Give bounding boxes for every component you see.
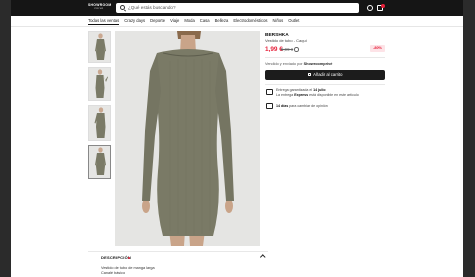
category-sport[interactable]: Deporte [150, 17, 165, 25]
description-dot [128, 256, 130, 259]
description-divider [88, 251, 268, 252]
divider [265, 84, 385, 85]
thumbnail-dress-image [95, 147, 106, 175]
description-title[interactable]: DESCRIPCIÓN [101, 255, 131, 260]
showroomprive-logo[interactable]: SHOWROOM PRIVÉ [88, 3, 111, 11]
info-icon[interactable] [294, 47, 299, 52]
delivery-express-note: La entrega Express está disponible en es… [276, 93, 359, 97]
user-icon[interactable] [367, 5, 373, 11]
seller-prefix: Vendido y enviado por [265, 62, 304, 66]
description-line: Canalé básico [101, 271, 126, 275]
bag-icon [307, 72, 312, 77]
page: SHOWROOM PRIVÉ ¿Qué estás buscando? Toda… [11, 0, 463, 277]
return-icon [266, 103, 273, 109]
cart-badge [381, 3, 385, 8]
search-input[interactable]: ¿Qué estás buscando? [116, 3, 359, 13]
category-appliances[interactable]: Electrodomésticos [233, 17, 267, 25]
main-product-image[interactable] [115, 31, 260, 246]
product-thumbnail-selected[interactable] [88, 145, 111, 179]
category-fashion[interactable]: Moda [184, 17, 194, 25]
category-nav: Todas las ventas Crazy days Deporte Viaj… [88, 17, 299, 25]
divider [265, 57, 385, 58]
discount-badge: -80% [370, 45, 385, 52]
search-placeholder: ¿Qué estás buscando? [128, 5, 176, 10]
product-thumbnail[interactable] [88, 67, 111, 101]
returns-days: 14 días [276, 104, 289, 108]
category-kids[interactable]: Niños [273, 17, 284, 25]
product-thumbnail[interactable] [88, 31, 111, 63]
category-travel[interactable]: Viaje [170, 17, 179, 25]
delivery-express: Express [294, 93, 309, 97]
thumbnail-dress-image [94, 107, 106, 138]
seller-name: Showroomprivé [303, 62, 333, 66]
top-bar: SHOWROOM PRIVÉ ¿Qué estás buscando? [11, 0, 463, 16]
dress-model-image [142, 31, 234, 246]
chevron-up-icon[interactable] [260, 254, 266, 260]
product-thumbnail[interactable] [88, 105, 111, 141]
category-all-sales[interactable]: Todas las ventas [88, 17, 120, 25]
category-beauty[interactable]: Belleza [215, 17, 229, 25]
category-crazy-days[interactable]: Crazy days [124, 17, 145, 25]
logo-sub: PRIVÉ [94, 7, 104, 10]
description-text: Vestido de tubo de manga larga Canalé bá… [101, 266, 155, 276]
delivery-date: 14 julio [313, 88, 326, 92]
product-old-price: 9,99 € [281, 47, 294, 52]
search-icon [120, 5, 125, 10]
category-outlet[interactable]: Outlet [288, 17, 299, 25]
product-name: Vestido de tubo - Caqui [265, 38, 307, 43]
add-to-cart-label: Añadir al carrito [313, 72, 343, 77]
delivery-truck-icon [266, 89, 273, 95]
delivery-info: Entrega garantizada el 14 julio La entre… [276, 88, 359, 98]
returns-info: 14 días para cambiar de opinión [276, 104, 328, 108]
category-home[interactable]: Casa [200, 17, 210, 25]
category-divider [11, 26, 463, 27]
returns-text: para cambiar de opinión [288, 104, 328, 108]
add-to-cart-button[interactable]: Añadir al carrito [265, 70, 385, 80]
thumbnail-dress-image [95, 33, 106, 60]
thumbnail-dress-image [95, 69, 108, 98]
seller-info: Vendido y enviado por Showroomprivé [265, 62, 332, 66]
